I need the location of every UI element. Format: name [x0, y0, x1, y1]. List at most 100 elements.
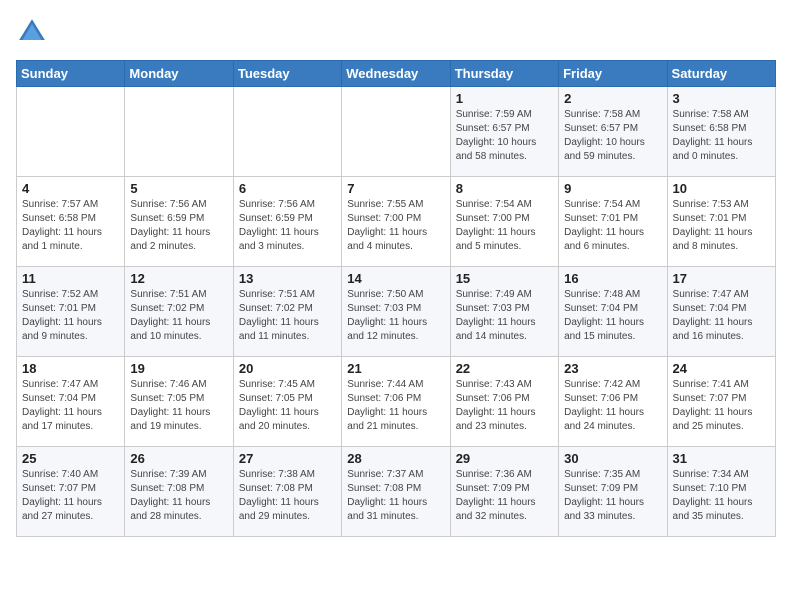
day-info: Sunrise: 7:55 AM Sunset: 7:00 PM Dayligh… [347, 198, 444, 254]
day-number: 10 [673, 181, 770, 196]
calendar-cell: 14 Sunrise: 7:50 AM Sunset: 7:03 PM Dayli… [342, 267, 450, 357]
day-number: 14 [347, 271, 444, 286]
calendar-cell: 30 Sunrise: 7:35 AM Sunset: 7:09 PM Dayli… [559, 447, 667, 537]
day-number: 26 [130, 451, 227, 466]
calendar-cell: 25 Sunrise: 7:40 AM Sunset: 7:07 PM Dayli… [17, 447, 125, 537]
day-number: 27 [239, 451, 336, 466]
day-info: Sunrise: 7:35 AM Sunset: 7:09 PM Dayligh… [564, 468, 661, 524]
day-number: 19 [130, 361, 227, 376]
calendar-cell: 2 Sunrise: 7:58 AM Sunset: 6:57 PM Daylig… [559, 87, 667, 177]
calendar-cell: 19Sunrise: 7:46 AM Sunset: 7:05 PM Dayli… [125, 357, 233, 447]
day-number: 16 [564, 271, 661, 286]
calendar-cell [342, 87, 450, 177]
day-number: 30 [564, 451, 661, 466]
calendar-cell: 15 Sunrise: 7:49 AM Sunset: 7:03 PM Dayli… [450, 267, 558, 357]
day-info: Sunrise: 7:47 AM Sunset: 7:04 PM Dayligh… [22, 378, 119, 434]
day-info: Sunrise: 7:51 AM Sunset: 7:02 PM Dayligh… [130, 288, 227, 344]
calendar-cell: 29 Sunrise: 7:36 AM Sunset: 7:09 PM Dayli… [450, 447, 558, 537]
calendar-cell: 17 Sunrise: 7:47 AM Sunset: 7:04 PM Dayli… [667, 267, 775, 357]
calendar-header: SundayMondayTuesdayWednesdayThursdayFrid… [17, 61, 776, 87]
calendar-cell [17, 87, 125, 177]
day-info: Sunrise: 7:54 AM Sunset: 7:01 PM Dayligh… [564, 198, 661, 254]
week-row-0: 1 Sunrise: 7:59 AM Sunset: 6:57 PM Daylig… [17, 87, 776, 177]
day-number: 22 [456, 361, 553, 376]
day-header-friday: Friday [559, 61, 667, 87]
header [16, 16, 776, 48]
day-info: Sunrise: 7:57 AM Sunset: 6:58 PM Dayligh… [22, 198, 119, 254]
day-info: Sunrise: 7:59 AM Sunset: 6:57 PM Dayligh… [456, 108, 553, 164]
day-info: Sunrise: 7:38 AM Sunset: 7:08 PM Dayligh… [239, 468, 336, 524]
week-row-1: 4 Sunrise: 7:57 AM Sunset: 6:58 PM Daylig… [17, 177, 776, 267]
calendar-cell: 6Sunrise: 7:56 AM Sunset: 6:59 PM Daylig… [233, 177, 341, 267]
day-number: 13 [239, 271, 336, 286]
day-number: 28 [347, 451, 444, 466]
logo-icon [16, 16, 48, 48]
day-number: 7 [347, 181, 444, 196]
day-info: Sunrise: 7:49 AM Sunset: 7:03 PM Dayligh… [456, 288, 553, 344]
day-header-wednesday: Wednesday [342, 61, 450, 87]
day-header-thursday: Thursday [450, 61, 558, 87]
day-info: Sunrise: 7:58 AM Sunset: 6:57 PM Dayligh… [564, 108, 661, 164]
calendar-cell: 8 Sunrise: 7:54 AM Sunset: 7:00 PM Daylig… [450, 177, 558, 267]
calendar-table: SundayMondayTuesdayWednesdayThursdayFrid… [16, 60, 776, 537]
day-number: 24 [673, 361, 770, 376]
calendar-cell: 23 Sunrise: 7:42 AM Sunset: 7:06 PM Dayli… [559, 357, 667, 447]
calendar-cell: 5Sunrise: 7:56 AM Sunset: 6:59 PM Daylig… [125, 177, 233, 267]
day-number: 3 [673, 91, 770, 106]
calendar-cell: 7 Sunrise: 7:55 AM Sunset: 7:00 PM Daylig… [342, 177, 450, 267]
day-number: 18 [22, 361, 119, 376]
day-number: 15 [456, 271, 553, 286]
calendar-cell: 18 Sunrise: 7:47 AM Sunset: 7:04 PM Dayli… [17, 357, 125, 447]
calendar-cell: 9 Sunrise: 7:54 AM Sunset: 7:01 PM Daylig… [559, 177, 667, 267]
day-info: Sunrise: 7:41 AM Sunset: 7:07 PM Dayligh… [673, 378, 770, 434]
day-info: Sunrise: 7:45 AM Sunset: 7:05 PM Dayligh… [239, 378, 336, 434]
day-header-sunday: Sunday [17, 61, 125, 87]
day-number: 2 [564, 91, 661, 106]
calendar-cell: 16 Sunrise: 7:48 AM Sunset: 7:04 PM Dayli… [559, 267, 667, 357]
day-number: 17 [673, 271, 770, 286]
day-info: Sunrise: 7:42 AM Sunset: 7:06 PM Dayligh… [564, 378, 661, 434]
day-number: 31 [673, 451, 770, 466]
calendar-cell: 21Sunrise: 7:44 AM Sunset: 7:06 PM Dayli… [342, 357, 450, 447]
calendar-cell [125, 87, 233, 177]
day-info: Sunrise: 7:54 AM Sunset: 7:00 PM Dayligh… [456, 198, 553, 254]
week-row-2: 11Sunrise: 7:52 AM Sunset: 7:01 PM Dayli… [17, 267, 776, 357]
day-number: 29 [456, 451, 553, 466]
day-number: 4 [22, 181, 119, 196]
calendar-cell: 27 Sunrise: 7:38 AM Sunset: 7:08 PM Dayli… [233, 447, 341, 537]
day-info: Sunrise: 7:40 AM Sunset: 7:07 PM Dayligh… [22, 468, 119, 524]
day-number: 23 [564, 361, 661, 376]
day-info: Sunrise: 7:48 AM Sunset: 7:04 PM Dayligh… [564, 288, 661, 344]
day-info: Sunrise: 7:39 AM Sunset: 7:08 PM Dayligh… [130, 468, 227, 524]
day-number: 1 [456, 91, 553, 106]
day-info: Sunrise: 7:43 AM Sunset: 7:06 PM Dayligh… [456, 378, 553, 434]
calendar-cell [233, 87, 341, 177]
day-number: 25 [22, 451, 119, 466]
calendar-cell: 28 Sunrise: 7:37 AM Sunset: 7:08 PM Dayli… [342, 447, 450, 537]
days-header-row: SundayMondayTuesdayWednesdayThursdayFrid… [17, 61, 776, 87]
day-number: 9 [564, 181, 661, 196]
calendar-cell: 11Sunrise: 7:52 AM Sunset: 7:01 PM Dayli… [17, 267, 125, 357]
day-number: 21 [347, 361, 444, 376]
logo [16, 16, 52, 48]
calendar-cell: 1 Sunrise: 7:59 AM Sunset: 6:57 PM Daylig… [450, 87, 558, 177]
calendar-cell: 20 Sunrise: 7:45 AM Sunset: 7:05 PM Dayli… [233, 357, 341, 447]
calendar-cell: 13Sunrise: 7:51 AM Sunset: 7:02 PM Dayli… [233, 267, 341, 357]
calendar-cell: 3 Sunrise: 7:58 AM Sunset: 6:58 PM Daylig… [667, 87, 775, 177]
day-number: 8 [456, 181, 553, 196]
day-info: Sunrise: 7:56 AM Sunset: 6:59 PM Dayligh… [239, 198, 336, 254]
day-number: 20 [239, 361, 336, 376]
day-header-monday: Monday [125, 61, 233, 87]
day-info: Sunrise: 7:36 AM Sunset: 7:09 PM Dayligh… [456, 468, 553, 524]
day-info: Sunrise: 7:53 AM Sunset: 7:01 PM Dayligh… [673, 198, 770, 254]
day-info: Sunrise: 7:58 AM Sunset: 6:58 PM Dayligh… [673, 108, 770, 164]
calendar-cell: 4 Sunrise: 7:57 AM Sunset: 6:58 PM Daylig… [17, 177, 125, 267]
day-info: Sunrise: 7:47 AM Sunset: 7:04 PM Dayligh… [673, 288, 770, 344]
day-info: Sunrise: 7:52 AM Sunset: 7:01 PM Dayligh… [22, 288, 119, 344]
calendar-cell: 24 Sunrise: 7:41 AM Sunset: 7:07 PM Dayli… [667, 357, 775, 447]
calendar-cell: 31Sunrise: 7:34 AM Sunset: 7:10 PM Dayli… [667, 447, 775, 537]
calendar-cell: 10 Sunrise: 7:53 AM Sunset: 7:01 PM Dayli… [667, 177, 775, 267]
day-info: Sunrise: 7:50 AM Sunset: 7:03 PM Dayligh… [347, 288, 444, 344]
day-header-tuesday: Tuesday [233, 61, 341, 87]
day-info: Sunrise: 7:37 AM Sunset: 7:08 PM Dayligh… [347, 468, 444, 524]
